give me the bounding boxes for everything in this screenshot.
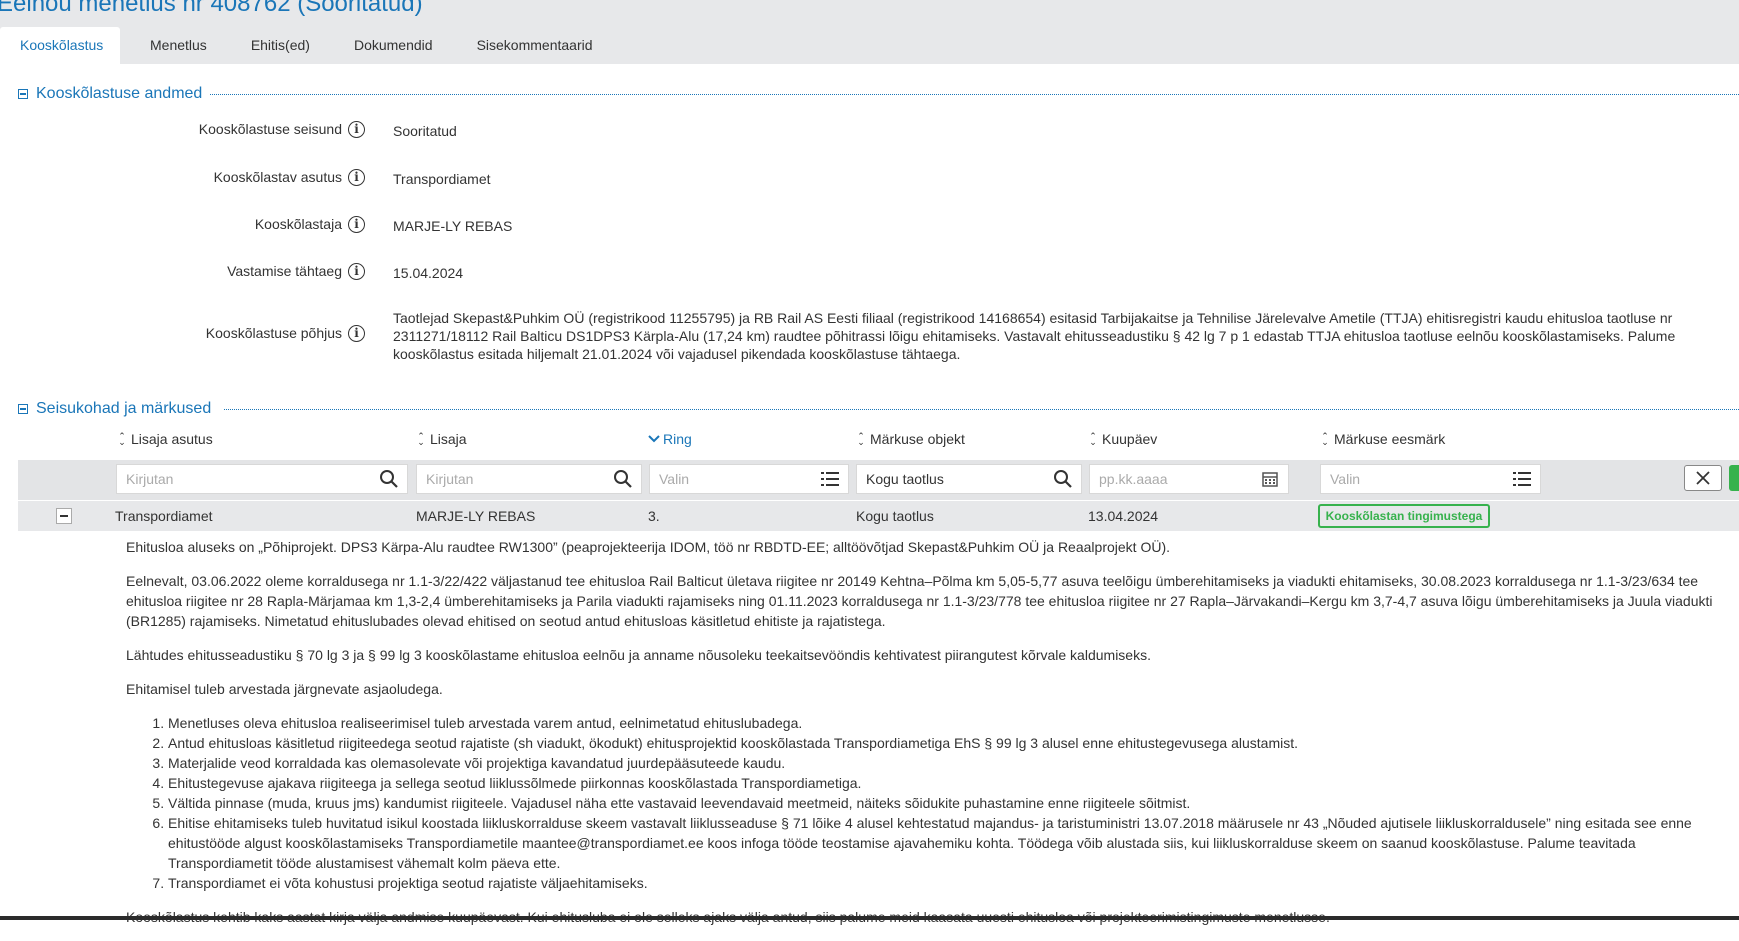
field-label-pohjus: Kooskõlastuse põhjus bbox=[205, 325, 342, 341]
sort-icon: ⌃ ⌄ bbox=[417, 431, 425, 447]
field-label-tahtaeg: Vastamise tähtaeg bbox=[227, 263, 342, 279]
list-item: Ehitustegevuse ajakava riigiteega ja sel… bbox=[168, 773, 1736, 793]
column-label: Kuupäev bbox=[1102, 431, 1158, 447]
filter-placeholder: pp.kk.aaaa bbox=[1099, 471, 1168, 487]
section-divider bbox=[224, 409, 1739, 410]
field-label-kooskolastaja: Kooskõlastaja bbox=[254, 216, 342, 232]
sort-icon: ⌃ ⌄ bbox=[1321, 431, 1329, 447]
tab-kooskolastus[interactable]: Kooskõlastus bbox=[0, 27, 120, 64]
remark-paragraph: Ehitusloa aluseks on „Põhiprojekt. DPS3 … bbox=[126, 539, 1170, 555]
info-icon[interactable]: i bbox=[348, 216, 365, 233]
column-label: Lisaja asutus bbox=[131, 431, 213, 447]
info-icon[interactable]: i bbox=[348, 121, 365, 138]
field-value-tahtaeg: 15.04.2024 bbox=[393, 265, 464, 281]
search-icon[interactable] bbox=[379, 469, 399, 489]
column-label: Ring bbox=[663, 431, 692, 447]
filter-placeholder: Valin bbox=[1330, 471, 1361, 487]
cell-kuupaev: 13.04.2024 bbox=[1088, 508, 1159, 524]
column-label: Märkuse eesmärk bbox=[1334, 431, 1446, 447]
list-item: Transpordiamet ei võta kohustusi projekt… bbox=[168, 873, 1736, 893]
section-title: Seisukohad ja märkused bbox=[36, 400, 212, 417]
filter-lisaja-input[interactable]: Kirjutan bbox=[416, 464, 642, 494]
remark-paragraph: Eelnevalt, 03.06.2022 oleme korraldusega… bbox=[126, 573, 1713, 629]
column-header-markuse-eesmark[interactable]: ⌃ ⌄ Märkuse eesmärk bbox=[1320, 431, 1445, 447]
column-label: Märkuse objekt bbox=[870, 431, 965, 447]
cell-lisaja: MARJE-LY REBAS bbox=[416, 508, 536, 524]
tab-bar: Kooskõlastus Menetlus Ehitis(ed) Dokumen… bbox=[0, 27, 615, 64]
filter-markuse-objekt-input[interactable]: Kogu taotlus bbox=[856, 464, 1082, 494]
column-header-markuse-objekt[interactable]: ⌃ ⌄ Märkuse objekt bbox=[856, 431, 965, 447]
field-value-seisund: Sooritatud bbox=[393, 123, 457, 139]
cell-ring: 3. bbox=[648, 508, 660, 524]
filter-placeholder: Kirjutan bbox=[126, 471, 174, 487]
list-item: Materjalide veod korraldada kas olemasol… bbox=[168, 753, 1736, 773]
field-label-asutus: Kooskõlastav asutus bbox=[213, 169, 342, 185]
field-value-asutus: Transpordiamet bbox=[393, 171, 491, 187]
column-header-kuupaev[interactable]: ⌃ ⌄ Kuupäev bbox=[1088, 431, 1157, 447]
close-icon bbox=[1696, 471, 1710, 485]
filter-placeholder: Kirjutan bbox=[426, 471, 474, 487]
sort-icon: ⌃ ⌄ bbox=[857, 431, 865, 447]
page-title: Eelnõu menetlus nr 408762 (Sooritatud) bbox=[0, 0, 423, 17]
search-icon[interactable] bbox=[613, 469, 633, 489]
column-label: Lisaja bbox=[430, 431, 467, 447]
section-kooskolastuse-andmed-header: Kooskõlastuse andmed bbox=[18, 84, 202, 104]
search-icon[interactable] bbox=[1053, 469, 1073, 489]
column-header-lisaja-asutus[interactable]: ⌃ ⌄ Lisaja asutus bbox=[117, 431, 213, 447]
filter-ring-select[interactable]: Valin bbox=[649, 464, 849, 494]
column-header-lisaja[interactable]: ⌃ ⌄ Lisaja bbox=[416, 431, 467, 447]
remark-paragraph: Ehitamisel tuleb arvestada järgnevate as… bbox=[126, 681, 443, 697]
filter-lisaja-asutus-input[interactable]: Kirjutan bbox=[116, 464, 408, 494]
remark-content: Ehitusloa aluseks on „Põhiprojekt. DPS3 … bbox=[126, 537, 1736, 941]
info-icon[interactable]: i bbox=[348, 263, 365, 280]
info-icon[interactable]: i bbox=[348, 325, 365, 342]
filter-placeholder: Valin bbox=[659, 471, 690, 487]
bottom-edge bbox=[0, 916, 1739, 920]
remark-paragraph: Lähtudes ehitusseadustiku § 70 lg 3 ja §… bbox=[126, 647, 1151, 663]
filter-value: Kogu taotlus bbox=[866, 471, 944, 487]
list-item: Ehitise ehitamiseks tuleb huvitatud isik… bbox=[168, 813, 1736, 873]
cell-markuse-objekt: Kogu taotlus bbox=[856, 508, 934, 524]
filter-kuupaev-input[interactable]: pp.kk.aaaa bbox=[1089, 464, 1289, 494]
list-item: Antud ehitusloas käsitletud riigiteedega… bbox=[168, 733, 1736, 753]
section-title: Kooskõlastuse andmed bbox=[36, 85, 203, 102]
tab-sisekommentaarid[interactable]: Sisekommentaarid bbox=[455, 27, 615, 64]
sort-icon: ⌃ ⌄ bbox=[118, 431, 126, 447]
apply-filters-button[interactable] bbox=[1729, 465, 1739, 491]
page-header: Eelnõu menetlus nr 408762 (Sooritatud) K… bbox=[0, 0, 1739, 64]
row-collapse-toggle[interactable] bbox=[56, 508, 72, 524]
list-icon[interactable] bbox=[1512, 469, 1532, 489]
field-value-kooskolastaja: MARJE-LY REBAS bbox=[393, 218, 513, 234]
list-item: Vältida pinnase (muda, kruus jms) kandum… bbox=[168, 793, 1736, 813]
field-label-seisund: Kooskõlastuse seisund bbox=[198, 121, 342, 137]
clear-filters-button[interactable] bbox=[1684, 465, 1722, 491]
tab-ehitised[interactable]: Ehitis(ed) bbox=[229, 27, 332, 64]
section-collapse-toggle[interactable] bbox=[18, 89, 28, 99]
tab-menetlus[interactable]: Menetlus bbox=[128, 27, 229, 64]
column-header-ring[interactable]: Ring bbox=[648, 431, 692, 447]
conditions-list: Menetluses oleva ehitusloa realiseerimis… bbox=[126, 713, 1736, 893]
section-divider bbox=[210, 94, 1739, 95]
calendar-icon[interactable] bbox=[1260, 469, 1280, 489]
tab-dokumendid[interactable]: Dokumendid bbox=[332, 27, 455, 64]
section-seisukohad-header: Seisukohad ja märkused bbox=[18, 399, 211, 419]
status-badge: Kooskõlastan tingimustega bbox=[1318, 504, 1490, 528]
sort-icon: ⌃ ⌄ bbox=[1089, 431, 1097, 447]
filter-markuse-eesmark-select[interactable]: Valin bbox=[1320, 464, 1541, 494]
sort-desc-icon bbox=[648, 435, 660, 443]
list-icon[interactable] bbox=[820, 469, 840, 489]
info-icon[interactable]: i bbox=[348, 169, 365, 186]
cell-lisaja-asutus: Transpordiamet bbox=[115, 508, 213, 524]
list-item: Menetluses oleva ehitusloa realiseerimis… bbox=[168, 713, 1736, 733]
section-collapse-toggle[interactable] bbox=[18, 404, 28, 414]
field-value-pohjus: Taotlejad Skepast&Puhkim OÜ (registrikoo… bbox=[393, 310, 1676, 362]
